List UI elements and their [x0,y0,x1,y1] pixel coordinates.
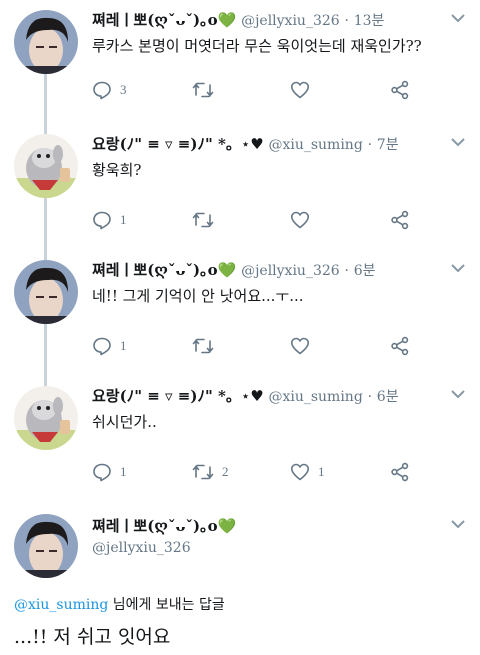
like-button[interactable] [290,334,310,358]
heart-emoji: ⋆♥ [240,135,264,153]
chevron-down-icon[interactable] [450,262,466,274]
chevron-down-icon[interactable] [450,518,466,530]
tweet[interactable]: 쪄레ㅣ뽀(ღˇᴗˇ)｡o💚 @jellyxiu_326 · 6분 네!! 그게 … [0,254,480,378]
tweet-header: 요랑(ﾉ" ≡ ▿ ≡)ﾉ" *。⋆♥ @xiu_suming · 7분 [92,135,399,153]
share-icon [391,462,409,482]
timestamp[interactable]: 7분 [377,137,399,153]
retweet-icon [192,82,214,98]
green-heart-icon: 💚 [217,11,237,29]
like-button[interactable] [290,78,310,102]
reply-count: 1 [120,338,127,353]
retweet-icon [192,464,214,480]
green-heart-icon: 💚 [217,517,237,535]
tweet-actions: 1 2 1 [92,460,412,484]
avatar[interactable] [14,386,78,450]
heart-icon [291,211,309,229]
username[interactable]: @xiu_suming [268,389,362,405]
reply-icon [93,337,111,356]
timestamp[interactable]: 13분 [354,13,385,29]
reply-count: 3 [120,82,127,97]
share-button[interactable] [390,460,410,484]
tweet-header: 쪄레ㅣ뽀(ღˇᴗˇ)｡o💚 [92,516,440,536]
username[interactable]: @jellyxiu_326 [241,13,340,29]
retweet-button[interactable] [192,78,214,102]
share-button[interactable] [390,208,410,232]
tweet[interactable]: 요랑(ﾉ" ≡ ▿ ≡)ﾉ" *。⋆♥ @xiu_suming · 6분 쉬시던… [0,380,480,504]
display-name[interactable]: 요랑(ﾉ" ≡ ▿ ≡)ﾉ" *。 [92,135,241,153]
username[interactable]: @xiu_suming [268,137,362,153]
retweet-button[interactable] [192,334,214,358]
share-button[interactable] [390,78,410,102]
reply-button[interactable]: 1 [92,334,127,358]
reply-count: 1 [120,212,127,227]
reply-icon [93,211,111,230]
share-icon [391,210,409,230]
tweet-actions: 3 [92,78,412,102]
display-name[interactable]: 쪄레ㅣ뽀(ღˇᴗˇ)｡o [92,11,218,29]
avatar[interactable] [14,514,78,578]
main-tweet-text: ...!! 저 쉬고 잇어요 [14,626,171,648]
timestamp[interactable]: 6분 [377,389,399,405]
avatar[interactable] [14,260,78,324]
tweet-header: 쪄레ㅣ뽀(ღˇᴗˇ)｡o💚 @jellyxiu_326 · 6분 [92,261,376,279]
tweet-text: 쉬시던가.. [92,413,157,431]
main-tweet[interactable]: 쪄레ㅣ뽀(ღˇᴗˇ)｡o💚 @jellyxiu_326 [0,510,480,590]
reply-button[interactable]: 1 [92,208,127,232]
timestamp[interactable]: 6분 [354,263,376,279]
reply-context: @xiu_suming 님에게 보내는 답글 [14,594,225,614]
heart-icon [291,337,309,355]
heart-emoji: ⋆♥ [240,387,264,405]
chevron-down-icon[interactable] [450,136,466,148]
reply-icon [93,81,111,100]
avatar[interactable] [14,134,78,198]
username[interactable]: @jellyxiu_326 [241,263,340,279]
share-button[interactable] [390,334,410,358]
green-heart-icon: 💚 [217,261,237,279]
heart-icon [291,463,309,481]
username[interactable]: @jellyxiu_326 [92,540,191,556]
display-name[interactable]: 요랑(ﾉ" ≡ ▿ ≡)ﾉ" *。 [92,387,241,405]
avatar[interactable] [14,10,78,74]
retweet-icon [192,338,214,354]
tweet-header: 쪄레ㅣ뽀(ღˇᴗˇ)｡o💚 @jellyxiu_326 · 13분 [92,11,385,29]
reply-count: 1 [120,464,127,479]
tweet-actions: 1 [92,334,412,358]
like-count: 1 [318,464,325,479]
like-button[interactable] [290,208,310,232]
display-name[interactable]: 쪄레ㅣ뽀(ღˇᴗˇ)｡o [92,517,218,535]
tweet[interactable]: 요랑(ﾉ" ≡ ▿ ≡)ﾉ" *。⋆♥ @xiu_suming · 7분 황욱희… [0,128,480,252]
tweet-actions: 1 [92,208,412,232]
share-icon [391,336,409,356]
tweet[interactable]: 쪄레ㅣ뽀(ღˇᴗˇ)｡o💚 @jellyxiu_326 · 13분 루카스 본명… [0,4,480,124]
tweet-text: 황욱희? [92,161,142,179]
chevron-down-icon[interactable] [450,388,466,400]
reply-button[interactable]: 1 [92,460,127,484]
retweet-button[interactable]: 2 [192,460,229,484]
tweet-header: 요랑(ﾉ" ≡ ▿ ≡)ﾉ" *。⋆♥ @xiu_suming · 6분 [92,387,399,405]
tweet-text: 루카스 본명이 머엿더라 무슨 욱이엇는데 재욱인가?? [92,37,422,55]
heart-icon [291,81,309,99]
reply-context-label: 님에게 보내는 답글 [108,597,225,613]
chevron-down-icon[interactable] [450,12,466,24]
share-icon [391,80,409,100]
reply-icon [93,463,111,482]
retweet-button[interactable] [192,208,214,232]
display-name[interactable]: 쪄레ㅣ뽀(ღˇᴗˇ)｡o [92,261,218,279]
reply-button[interactable]: 3 [92,78,127,102]
retweet-icon [192,212,214,228]
retweet-count: 2 [222,464,229,479]
like-button[interactable]: 1 [290,460,325,484]
tweet-text: 네!! 그게 기억이 안 낫어요...ㅜ... [92,287,304,305]
reply-mention-link[interactable]: @xiu_suming [14,597,108,613]
